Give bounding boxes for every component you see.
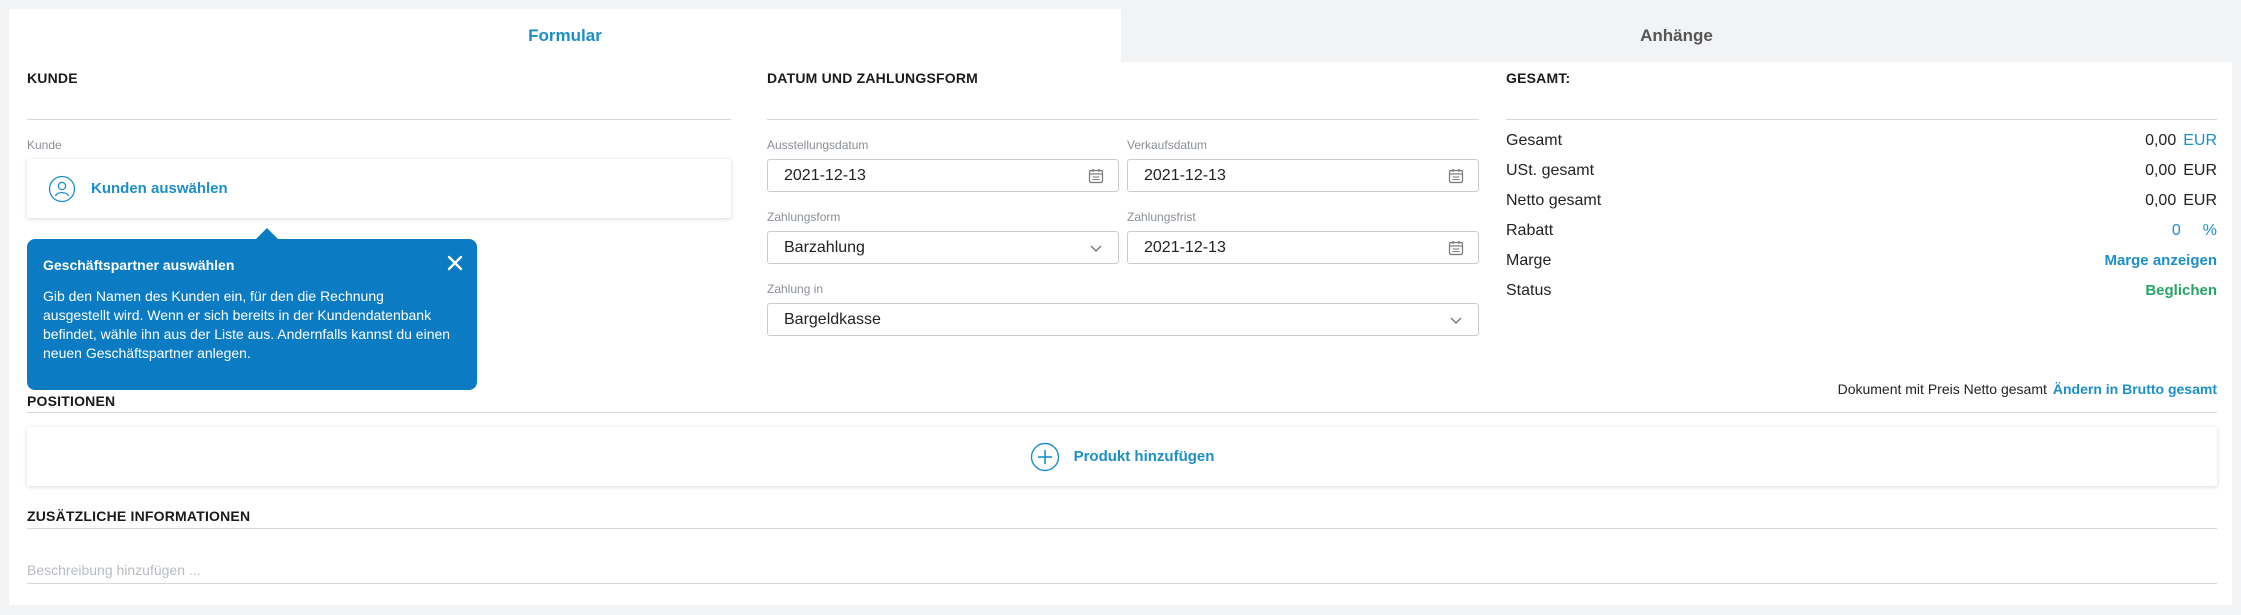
invoice-form-panel: Formular Anhänge KUNDE Kunde Kunden ausw… xyxy=(9,9,2232,605)
totals-section-title: GESAMT: xyxy=(1506,70,1571,86)
sale-date-value: 2021-12-13 xyxy=(1144,166,1226,184)
payment-in-select[interactable]: Bargeldkasse xyxy=(767,303,1479,336)
discount-unit: % xyxy=(2202,222,2217,239)
business-partner-tooltip: Geschäftspartner auswählen Gib den Namen… xyxy=(27,239,477,390)
description-input[interactable]: Beschreibung hinzufügen ... xyxy=(27,562,201,578)
payment-form-select[interactable]: Barzahlung xyxy=(767,231,1119,264)
tooltip-title: Geschäftspartner auswählen xyxy=(43,257,235,273)
description-underline xyxy=(27,583,2217,584)
customer-section-title: KUNDE xyxy=(27,70,78,86)
chevron-down-icon[interactable] xyxy=(1448,312,1464,328)
additional-section-title: ZUSÄTZLICHE INFORMATIONEN xyxy=(27,508,251,524)
status-badge: Beglichen xyxy=(2145,282,2217,299)
margin-label: Marge xyxy=(1506,252,1552,269)
customer-field-label: Kunde xyxy=(27,138,62,152)
change-to-gross-link[interactable]: Ändern in Brutto gesamt xyxy=(2053,381,2217,397)
vat-label: USt. gesamt xyxy=(1506,162,1595,179)
payment-form-label: Zahlungsform xyxy=(767,210,841,224)
date-payment-section-title: DATUM UND ZAHLUNGSFORM xyxy=(767,70,979,86)
divider xyxy=(1506,119,2217,120)
issue-date-input[interactable]: 2021-12-13 xyxy=(767,159,1119,192)
net-value: 0,00 xyxy=(2145,192,2177,209)
payment-form-value: Barzahlung xyxy=(784,238,865,256)
vat-row: USt. gesamt 0,00 EUR xyxy=(1506,162,2217,182)
total-row: Gesamt 0,00 EUR xyxy=(1506,132,2217,152)
total-value: 0,00 xyxy=(2145,132,2177,149)
tooltip-body: Gib den Namen des Kunden ein, für den di… xyxy=(43,288,451,361)
sale-date-label: Verkaufsdatum xyxy=(1127,138,1208,152)
issue-date-value: 2021-12-13 xyxy=(784,166,866,184)
payment-due-input[interactable]: 2021-12-13 xyxy=(1127,231,1479,264)
chevron-down-icon[interactable] xyxy=(1088,240,1104,256)
payment-in-value: Bargeldkasse xyxy=(784,310,881,328)
price-mode-row: Dokument mit Preis Netto gesamt Ändern i… xyxy=(1838,381,2217,397)
payment-in-label: Zahlung in xyxy=(767,282,824,296)
price-mode-text: Dokument mit Preis Netto gesamt xyxy=(1837,381,2047,397)
discount-value[interactable]: 0 xyxy=(2172,222,2181,240)
select-customer-label: Kunden auswählen xyxy=(91,180,228,197)
margin-row: Marge Marge anzeigen xyxy=(1506,252,2217,272)
user-circle-icon xyxy=(48,175,76,202)
positions-section-title: POSITIONEN xyxy=(27,393,116,409)
sale-date-input[interactable]: 2021-12-13 xyxy=(1127,159,1479,192)
close-icon[interactable] xyxy=(447,255,463,271)
net-label: Netto gesamt xyxy=(1506,192,1602,209)
add-product-button[interactable]: Produkt hinzufügen xyxy=(27,427,2217,486)
net-row: Netto gesamt 0,00 EUR xyxy=(1506,192,2217,212)
calendar-icon[interactable] xyxy=(1448,168,1464,184)
status-row: Status Beglichen xyxy=(1506,282,2217,302)
payment-due-value: 2021-12-13 xyxy=(1144,238,1226,256)
calendar-icon[interactable] xyxy=(1088,168,1104,184)
divider xyxy=(767,119,1479,120)
vat-currency: EUR xyxy=(2183,162,2217,179)
show-margin-link[interactable]: Marge anzeigen xyxy=(2104,252,2217,269)
payment-due-label: Zahlungsfrist xyxy=(1127,210,1196,224)
net-currency: EUR xyxy=(2183,192,2217,209)
status-label: Status xyxy=(1506,282,1552,299)
discount-row: Rabatt 0 % xyxy=(1506,222,2217,242)
plus-circle-icon xyxy=(1030,442,1059,471)
tab-bar: Formular Anhänge xyxy=(9,9,2232,62)
divider xyxy=(27,119,731,120)
calendar-icon[interactable] xyxy=(1448,240,1464,256)
discount-label: Rabatt xyxy=(1506,222,1554,239)
divider xyxy=(27,412,2217,413)
tab-formular[interactable]: Formular xyxy=(9,9,1121,62)
tab-anhaenge[interactable]: Anhänge xyxy=(1121,9,2232,62)
issue-date-label: Ausstellungsdatum xyxy=(767,138,869,152)
add-product-label: Produkt hinzufügen xyxy=(1073,448,1215,465)
total-label: Gesamt xyxy=(1506,132,1563,149)
total-currency[interactable]: EUR xyxy=(2183,132,2217,150)
divider xyxy=(27,528,2217,529)
select-customer-button[interactable]: Kunden auswählen xyxy=(27,159,731,218)
vat-value: 0,00 xyxy=(2145,162,2177,179)
